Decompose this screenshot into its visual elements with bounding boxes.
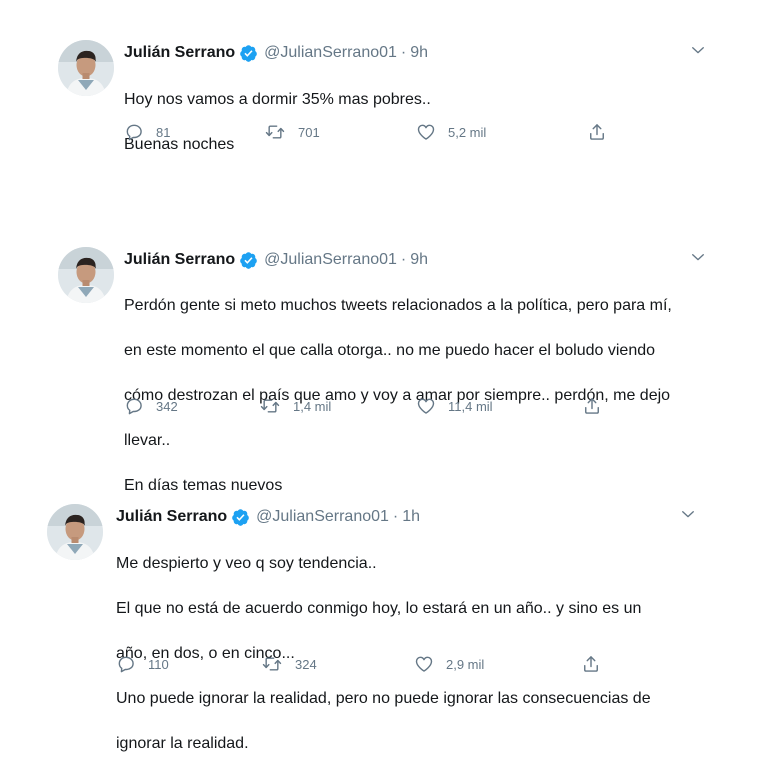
author-handle[interactable]: @JulianSerrano01 (256, 507, 389, 527)
tweet-text-line: Uno puede ignorar la realidad, pero no p… (116, 689, 651, 707)
tweet-timestamp[interactable]: 9h (410, 250, 428, 270)
tweet[interactable]: Julián Serrano @JulianSerrano01 · 1h Me … (0, 490, 767, 752)
retweet-count: 1,4 mil (293, 398, 332, 414)
separator-dot: · (392, 508, 399, 525)
tweet-actions: 110 324 2,9 mil (116, 654, 616, 674)
tweet-text-line: El que no está de acuerdo conmigo hoy, l… (116, 599, 642, 617)
separator-dot: · (400, 44, 407, 61)
tweet-text-line: llevar.. (124, 431, 171, 449)
reply-icon (116, 654, 136, 674)
like-count: 11,4 mil (448, 398, 493, 414)
tweet[interactable]: Julián Serrano @JulianSerrano01 · 9h Hoy… (0, 0, 767, 200)
reply-button[interactable]: 342 (124, 396, 178, 416)
heart-icon (416, 122, 436, 142)
reply-count: 342 (156, 398, 178, 414)
tweet-text-line: en este momento el que calla otorga.. no… (124, 341, 656, 359)
reply-icon (124, 122, 144, 142)
avatar-image (58, 40, 114, 96)
separator-dot: · (400, 251, 407, 268)
avatar[interactable] (58, 40, 114, 96)
retweet-count: 324 (295, 656, 317, 672)
like-button[interactable]: 11,4 mil (416, 396, 493, 416)
tweet-header: Julián Serrano @JulianSerrano01 · 1h (116, 507, 420, 527)
verified-badge-icon (239, 251, 258, 270)
tweet-text-line: Me despierto y veo q soy tendencia.. (116, 554, 377, 572)
avatar[interactable] (58, 247, 114, 303)
chevron-down-icon[interactable] (679, 505, 697, 523)
retweet-icon (261, 654, 283, 674)
share-icon[interactable] (587, 122, 607, 142)
share-icon[interactable] (582, 396, 602, 416)
share-icon[interactable] (581, 654, 601, 674)
tweet-text-line: Perdón gente si meto muchos tweets relac… (124, 296, 672, 314)
tweet-header: Julián Serrano @JulianSerrano01 · 9h (124, 43, 428, 63)
retweet-count: 701 (298, 124, 320, 140)
retweet-button[interactable]: 701 (264, 122, 320, 142)
heart-icon (414, 654, 434, 674)
chevron-down-icon[interactable] (689, 41, 707, 59)
heart-icon (416, 396, 436, 416)
retweet-button[interactable]: 324 (261, 654, 317, 674)
retweet-icon (264, 122, 286, 142)
retweet-button[interactable]: 1,4 mil (259, 396, 331, 416)
tweet-timestamp[interactable]: 9h (410, 43, 428, 63)
like-count: 2,9 mil (446, 656, 485, 672)
chevron-down-icon[interactable] (689, 248, 707, 266)
tweet-text-line: ignorar la realidad. (116, 734, 249, 752)
tweet[interactable]: Julián Serrano @JulianSerrano01 · 9h Per… (0, 220, 767, 494)
avatar[interactable] (47, 504, 103, 560)
reply-count: 110 (148, 656, 169, 672)
tweet-actions: 342 1,4 mil 11,4 mil (124, 396, 624, 416)
reply-count: 81 (156, 124, 171, 140)
retweet-icon (259, 396, 281, 416)
tweet-header: Julián Serrano @JulianSerrano01 · 9h (124, 250, 428, 270)
author-handle[interactable]: @JulianSerrano01 (264, 250, 397, 270)
avatar-image (47, 504, 103, 560)
author-name[interactable]: Julián Serrano (116, 507, 227, 527)
avatar-image (58, 247, 114, 303)
verified-badge-icon (239, 44, 258, 63)
like-button[interactable]: 2,9 mil (414, 654, 484, 674)
reply-button[interactable]: 110 (116, 654, 169, 674)
like-button[interactable]: 5,2 mil (416, 122, 486, 142)
tweet-actions: 81 701 5,2 mil (124, 122, 624, 142)
tweet-timestamp[interactable]: 1h (402, 507, 420, 527)
reply-icon (124, 396, 144, 416)
reply-button[interactable]: 81 (124, 122, 170, 142)
tweet-text-line: Hoy nos vamos a dormir 35% mas pobres.. (124, 90, 431, 108)
author-name[interactable]: Julián Serrano (124, 250, 235, 270)
author-handle[interactable]: @JulianSerrano01 (264, 43, 397, 63)
author-name[interactable]: Julián Serrano (124, 43, 235, 63)
like-count: 5,2 mil (448, 124, 487, 140)
verified-badge-icon (231, 508, 250, 527)
